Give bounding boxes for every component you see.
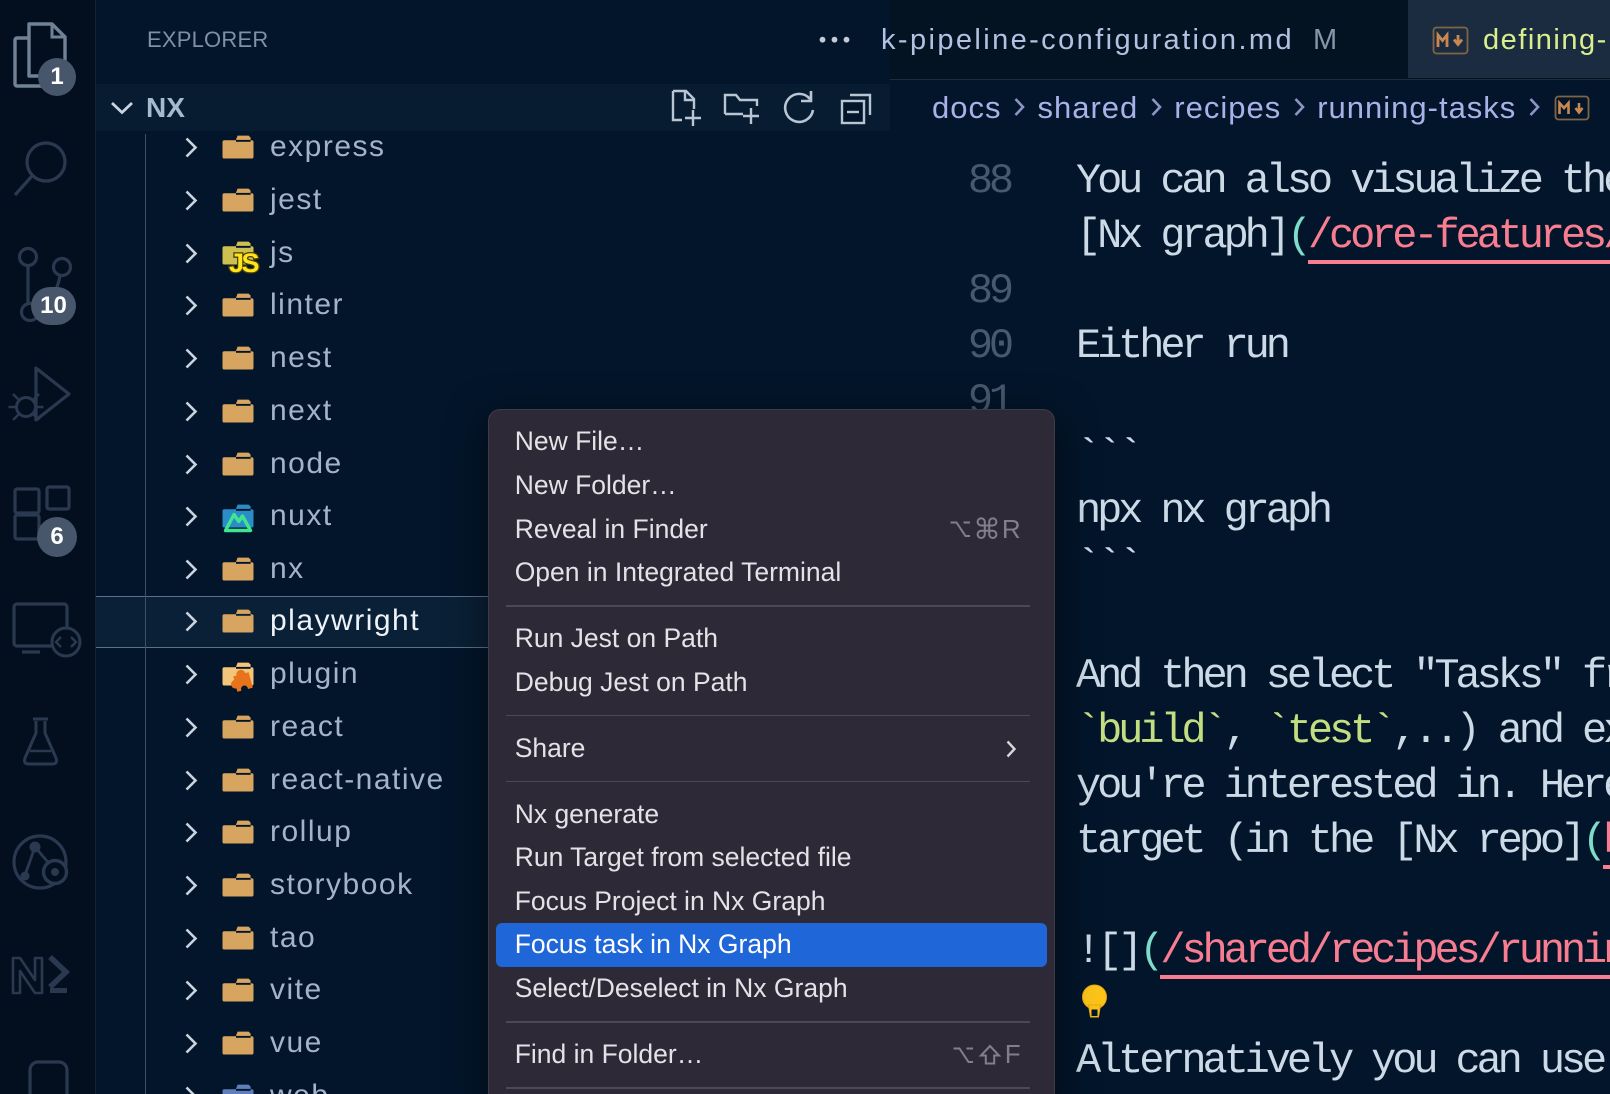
svg-text:JS: JS — [229, 248, 259, 278]
